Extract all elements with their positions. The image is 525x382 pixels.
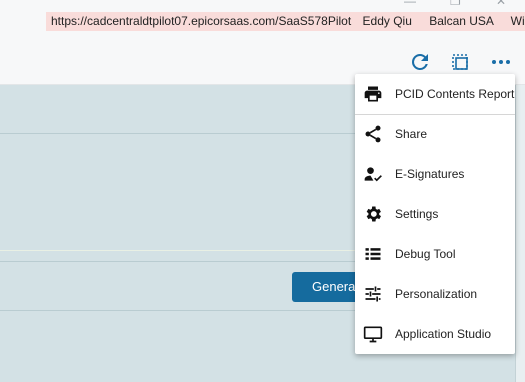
more-options-icon[interactable] <box>489 50 513 74</box>
menu-item-label: E-Signatures <box>395 167 465 181</box>
gear-icon <box>366 206 381 222</box>
menu-item-settings[interactable]: Settings <box>355 194 515 234</box>
menu-item-e-signatures[interactable]: E-Signatures <box>355 154 515 194</box>
menu-item-label: Application Studio <box>395 327 492 341</box>
menu-item-debug-tool[interactable]: Debug Tool <box>355 234 515 274</box>
menu-item-label: Personalization <box>395 287 478 301</box>
environment-bar: https://cadcentraldtpilot07.epicorsaas.c… <box>46 12 525 31</box>
refresh-icon[interactable] <box>408 50 432 74</box>
menu-item-pcid-contents-report[interactable]: PCID Contents Report <box>355 74 515 115</box>
signature-icon <box>364 167 382 182</box>
restore-icon[interactable]: ❐ <box>450 0 461 8</box>
share-icon <box>365 125 381 143</box>
menu-item-label: PCID Contents Report <box>395 87 515 101</box>
menu-item-application-studio[interactable]: Application Studio <box>355 314 515 354</box>
monitor-icon <box>363 326 383 343</box>
environment-url: https://cadcentraldtpilot07.epicorsaas.c… <box>51 14 352 28</box>
menu-item-personalization[interactable]: Personalization <box>355 274 515 314</box>
scrollbar[interactable] <box>515 85 525 382</box>
print-icon <box>364 86 382 102</box>
environment-user: Eddy Qiu <box>362 14 412 28</box>
list-icon <box>365 248 381 260</box>
overflow-menu: PCID Contents Report Share E-Signatures … <box>355 74 515 354</box>
environment-company: Balcan USA <box>429 14 494 28</box>
title-bar: — ❐ ✕ https://cadcentraldtpilot07.epicor… <box>0 0 525 42</box>
select-frame-icon[interactable] <box>448 50 472 74</box>
close-icon[interactable]: ✕ <box>496 0 506 8</box>
menu-item-label: Debug Tool <box>395 247 456 261</box>
menu-item-share[interactable]: Share <box>355 114 515 154</box>
menu-item-label: Settings <box>395 207 439 221</box>
minimize-icon[interactable]: — <box>404 0 416 8</box>
sliders-icon <box>365 286 381 302</box>
menu-item-label: Share <box>395 127 428 141</box>
environment-site: Wisconsin <box>510 14 525 28</box>
